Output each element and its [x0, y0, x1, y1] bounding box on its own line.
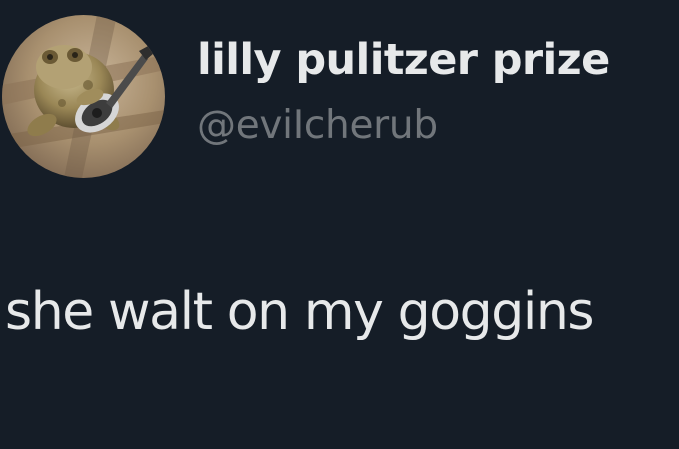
- tweet-card: lilly pulitzer prize @eviIcherub she wal…: [0, 0, 679, 449]
- frog-with-guitar-avatar-icon: [2, 15, 165, 178]
- tweet-text: she walt on my goggins: [5, 282, 595, 342]
- avatar[interactable]: [2, 15, 165, 178]
- user-handle[interactable]: @eviIcherub: [197, 100, 438, 152]
- display-name[interactable]: lilly pulitzer prize: [197, 32, 610, 88]
